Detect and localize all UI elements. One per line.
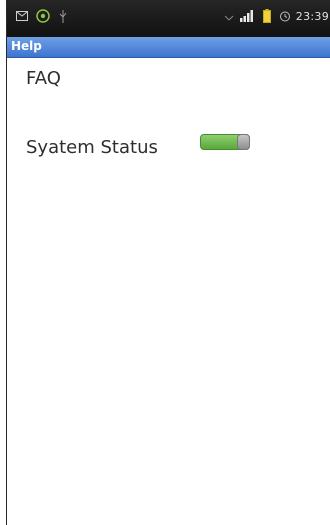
page-title: Help: [11, 39, 42, 53]
phone-screen: 23:39 Help FAQ Syatem Status: [6, 0, 330, 525]
message-icon: [15, 9, 29, 23]
android-icon: [35, 9, 51, 23]
alarm-icon: [279, 9, 291, 23]
title-bar: Help: [7, 37, 330, 58]
system-status-toggle[interactable]: [200, 134, 250, 150]
usb-icon: [57, 9, 69, 23]
battery-icon: [261, 9, 273, 23]
faq-link[interactable]: FAQ: [26, 68, 61, 89]
toggle-knob: [237, 134, 250, 150]
status-time: 23:39: [295, 10, 329, 23]
signal-icon: [239, 9, 255, 23]
wifi-icon: [223, 9, 235, 23]
help-content: [7, 58, 330, 525]
status-bar: 23:39: [7, 0, 330, 37]
system-status-label: Syatem Status: [26, 137, 158, 158]
